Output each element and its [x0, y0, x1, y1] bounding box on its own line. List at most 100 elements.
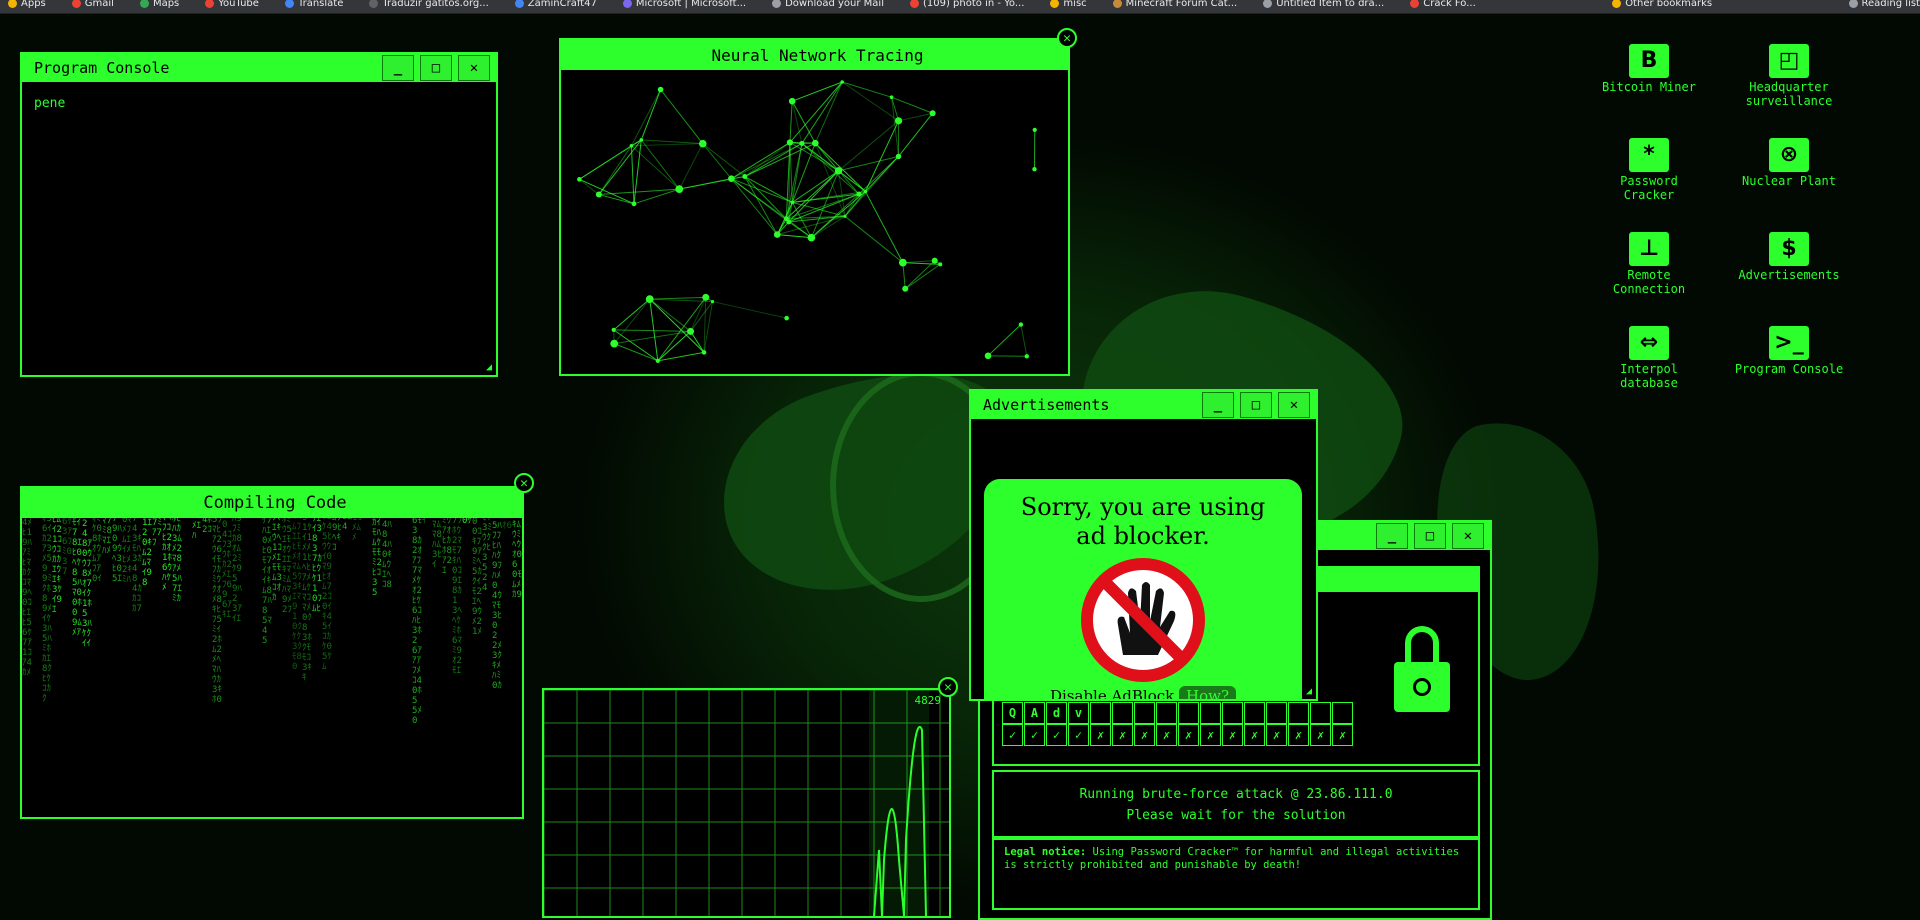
network-edge [599, 146, 632, 195]
minimize-button[interactable]: _ [1376, 523, 1408, 549]
network-edge [631, 146, 634, 204]
bookmark-item[interactable]: Gmail [72, 0, 114, 9]
code-rain-column: 6ｹ3ｱ6ﾌﾐ037 [62, 518, 72, 577]
close-button[interactable]: ✕ [1278, 392, 1310, 418]
neural-network-titlebar[interactable]: Neural Network Tracing [561, 40, 1068, 70]
bookmark-item[interactable]: Download your Mail [772, 0, 884, 9]
network-edge [650, 299, 704, 352]
lock-icon [1394, 626, 1450, 716]
network-edge [777, 235, 811, 238]
window-title: Program Console [34, 59, 169, 77]
neural-network-graph [561, 70, 1068, 370]
desktop-icon-label: Advertisements [1734, 268, 1844, 282]
desktop-icon[interactable]: $Advertisements [1734, 232, 1844, 282]
close-button[interactable]: ✕ [1452, 523, 1484, 549]
bookmark-item[interactable]: Translate [285, 0, 343, 9]
bookmark-item[interactable]: Crack Fo... [1410, 0, 1476, 9]
bookmark-label: Crack Fo... [1423, 0, 1476, 9]
network-edge [641, 140, 679, 189]
bookmark-item[interactable]: ZaminCraft47 [515, 0, 597, 9]
desktop-icon[interactable]: >_Program Console [1734, 326, 1844, 376]
network-edge [703, 144, 745, 177]
network-node [675, 185, 683, 193]
desktop-icon[interactable]: *Password Cracker [1594, 138, 1704, 202]
code-rain-column: 05ﾊﾌﾌﾋﾊﾊｸ9ﾌﾊﾒ04ｳﾏﾓ3ﾋ022ﾒ3ｸｷﾒﾊﾐ0ｶ [492, 518, 502, 691]
bookmark-label: Translate [298, 0, 343, 9]
bookmark-favicon-icon [369, 0, 378, 8]
network-node [1033, 128, 1037, 132]
bookmark-favicon-icon [72, 0, 81, 8]
code-rain-column: ｷ9ﾓｲ3ﾐｳｸｸﾋ3524 [482, 518, 492, 593]
bookmark-label: Maps [153, 0, 179, 9]
close-button[interactable]: ✕ [458, 55, 490, 81]
bookmark-label: Reading list [1862, 0, 1920, 9]
bookmark-item[interactable]: Maps [140, 0, 179, 9]
bookmark-favicon-icon [623, 0, 632, 8]
desktop-icon[interactable]: BBitcoin Miner [1594, 44, 1704, 94]
bookmark-item[interactable]: misc [1050, 0, 1086, 9]
maximize-button[interactable]: □ [420, 55, 452, 81]
compiling-code-titlebar[interactable]: Compiling Code [22, 488, 522, 518]
graph-window: 4829 [542, 688, 951, 918]
network-node [896, 154, 901, 159]
network-edge [842, 82, 898, 121]
console-output[interactable]: pene [22, 82, 496, 125]
check-cell: ✗ [1332, 724, 1353, 746]
bookmark-item[interactable]: Minecraft Forum Cat... [1113, 0, 1238, 9]
check-cell: ✗ [1178, 724, 1199, 746]
close-icon[interactable]: ✕ [514, 473, 534, 493]
bookmark-item[interactable]: Traduzir gatitos.org... [369, 0, 488, 9]
program-console-titlebar[interactable]: Program Console _ □ ✕ [22, 54, 496, 82]
bookmark-item[interactable]: Untitled Item to dra... [1263, 0, 1384, 9]
advertisements-titlebar[interactable]: Advertisements _ □ ✕ [971, 391, 1316, 419]
how-button[interactable]: How? [1179, 686, 1236, 701]
bookmark-favicon-icon [285, 0, 294, 8]
network-node [1025, 354, 1029, 358]
resize-handle-icon[interactable]: ◢ [1306, 686, 1312, 697]
code-rain-column: 3ｺｺ6ｱｹｳ8ｹ45ﾋｳｳｲ0ﾏ9ﾋｵﾑ72ｺ0ｲｷ45ｲｺｶｹ05ｹﾑ [322, 518, 332, 672]
check-cell: ✗ [1156, 724, 1177, 746]
network-edge [703, 144, 732, 179]
network-node [864, 190, 867, 193]
minimize-button[interactable]: _ [1202, 392, 1234, 418]
bookmark-item[interactable]: Other bookmarks [1612, 0, 1712, 9]
app-icon: ⊥ [1629, 232, 1669, 266]
window-title: Compiling Code [203, 493, 346, 513]
network-node [789, 98, 796, 105]
code-rain-column: ﾏﾓﾒ0ｶｲﾓﾊﾑｹﾓﾓﾐ2ﾋｺ35 [372, 518, 382, 598]
bookmark-item[interactable]: Microsoft | Microsoft... [623, 0, 746, 9]
desktop-icon[interactable]: ⊥Remote Connection [1594, 232, 1704, 296]
stop-hand-icon [1078, 555, 1208, 685]
desktop-icon-label: Password Cracker [1594, 174, 1704, 202]
network-node [639, 138, 643, 142]
network-node [930, 110, 936, 116]
bookmark-item[interactable]: YouTube [205, 0, 259, 9]
desktop-icon[interactable]: ⊗Nuclear Plant [1734, 138, 1844, 188]
code-rain-column: ﾌ5ﾏﾍﾎﾋﾊｶ3ﾑﾒ2ﾏ8ｱﾒ5ﾊ7ｴﾐｶ [172, 518, 182, 604]
code-rain-column: 1ﾎﾒｷ18ﾐｸﾊﾍﾎ026ﾐｲﾍﾍｷｲ [422, 518, 432, 526]
bookmark-label: (109) photo in - Yo... [923, 0, 1024, 9]
guess-cell: d [1046, 702, 1067, 724]
desktop-icon[interactable]: ◰Headquarter surveillance [1734, 44, 1844, 108]
minimize-button[interactable]: _ [382, 55, 414, 81]
close-icon[interactable]: ✕ [1057, 28, 1077, 48]
maximize-button[interactable]: □ [1414, 523, 1446, 549]
desktop-icon[interactable]: ⇔Interpol database [1594, 326, 1704, 390]
maximize-button[interactable]: □ [1240, 392, 1272, 418]
bookmark-item[interactable]: Apps [8, 0, 46, 9]
resize-handle-icon[interactable]: ◢ [486, 362, 492, 373]
guess-cell [1178, 702, 1199, 724]
network-node [728, 175, 735, 182]
network-edge [614, 330, 658, 361]
bookmark-item[interactable]: (109) photo in - Yo... [910, 0, 1024, 9]
code-rain-column: ｷﾓﾋｷ8ﾏｱｵﾋｳｲﾍﾋﾋ248ｱ0ｳｳﾌ8ﾒｵ7ｲｸ1ﾎ53ﾊｹｸｲｲ [82, 518, 92, 649]
code-rain-column: ﾊｸ63ｲ14ｺ4ｷ3ｷｳﾎｲ6ﾐ1ﾑｳ9ﾋﾍｷｺ [332, 518, 342, 553]
network-node [1019, 322, 1023, 326]
bookmark-label: Download your Mail [785, 0, 884, 9]
close-icon[interactable]: ✕ [938, 677, 958, 697]
network-edge [631, 144, 702, 146]
bookmark-favicon-icon [205, 0, 214, 8]
bookmark-item[interactable]: Reading list [1849, 0, 1920, 9]
load-graph [544, 690, 949, 916]
guess-cell: v [1068, 702, 1089, 724]
